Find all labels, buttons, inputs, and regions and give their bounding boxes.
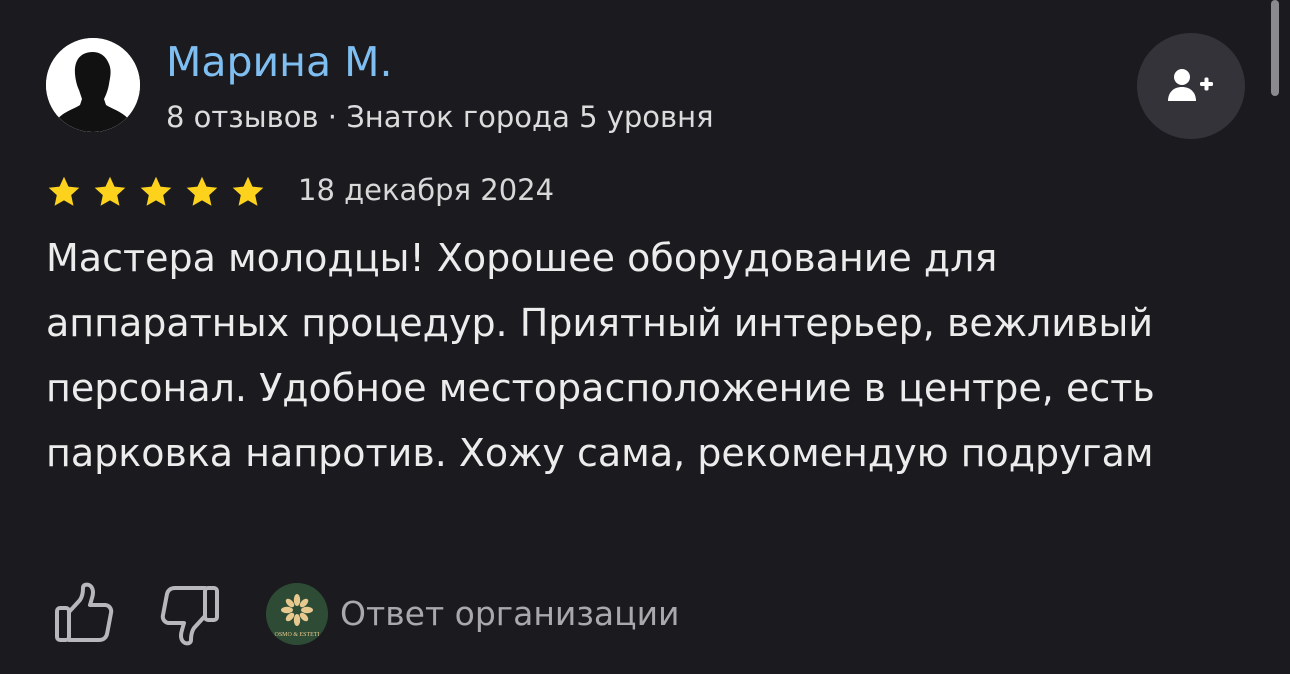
add-user-icon xyxy=(1168,69,1213,101)
subscribe-button[interactable] xyxy=(1137,33,1245,139)
thumbs-up-icon xyxy=(55,582,114,642)
star-icon xyxy=(92,174,128,210)
review-date: 18 декабря 2024 xyxy=(298,173,555,207)
org-logo-text: OSMO & ESTETI xyxy=(275,632,320,638)
author-name[interactable]: Марина М. xyxy=(166,36,393,88)
star-icon xyxy=(46,174,82,210)
scrollbar-thumb[interactable] xyxy=(1271,0,1279,96)
org-reply-link[interactable]: Ответ организации xyxy=(340,592,680,636)
dislike-button[interactable] xyxy=(158,582,222,646)
review-card: Марина М. 8 отзывов · Знаток города 5 ур… xyxy=(0,0,1290,674)
like-button[interactable] xyxy=(52,582,116,646)
rating-stars xyxy=(46,174,266,210)
star-icon xyxy=(138,174,174,210)
avatar[interactable] xyxy=(46,38,140,132)
author-meta: 8 отзывов · Знаток города 5 уровня xyxy=(166,100,714,134)
star-icon xyxy=(230,174,266,210)
organization-logo[interactable]: OSMO & ESTETI xyxy=(266,583,328,645)
user-silhouette-icon xyxy=(46,38,140,132)
flower-logo-icon: OSMO & ESTETI xyxy=(266,583,328,645)
review-actions: OSMO & ESTETI Ответ организации xyxy=(52,582,752,646)
review-text: Мастера молодцы! Хорошее оборудование дл… xyxy=(46,236,1155,475)
thumbs-down-icon xyxy=(160,586,219,646)
star-icon xyxy=(184,174,220,210)
